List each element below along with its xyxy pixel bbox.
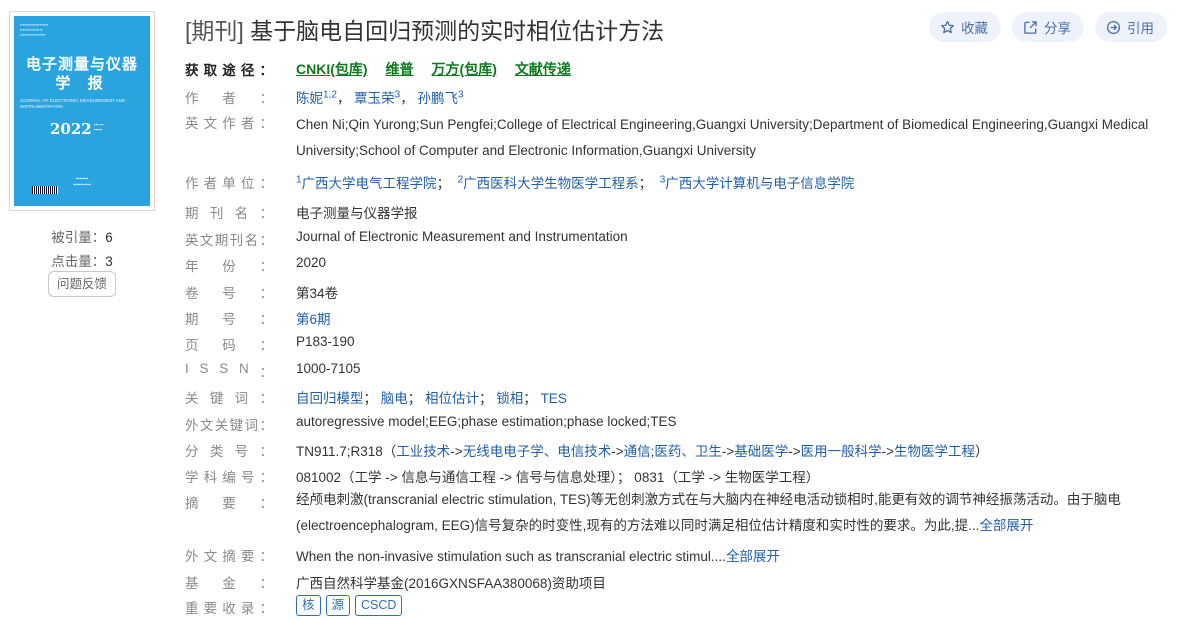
- fund-label: 基金：: [185, 576, 273, 591]
- keywords-label: 关键词：: [185, 391, 273, 406]
- issn-label: I S S N：: [185, 361, 273, 380]
- en-abstract-label: 外文摘要：: [185, 549, 273, 564]
- en-keywords-value: autoregressive model;EEG;phase estimatio…: [296, 414, 677, 429]
- cite-icon: [1106, 20, 1121, 34]
- unit-link[interactable]: 1广西大学电气工程学院: [296, 175, 437, 192]
- index-badge[interactable]: 核: [296, 595, 321, 616]
- pages-value: P183-190: [296, 334, 355, 349]
- unit-link[interactable]: 3广西大学计算机与电子信息学院: [660, 175, 855, 192]
- link-delivery[interactable]: 文献传递: [515, 61, 571, 77]
- pages-label: 页码：: [185, 338, 273, 353]
- author-link[interactable]: 孙鹏飞3: [418, 90, 464, 107]
- class-link[interactable]: 工业技术: [396, 444, 450, 459]
- indexed-value: 核源 CSCD: [296, 595, 407, 616]
- units-value: 1广西大学电气工程学院； 2广西医科大学生物医学工程系； 3广西大学计算机与电子…: [296, 174, 855, 192]
- keyword-link[interactable]: 脑电: [381, 391, 408, 406]
- favorite-label: 收藏: [961, 21, 988, 36]
- fund-value: 广西自然科学基金(2016GXNSFAA380068)资助项目: [296, 576, 606, 591]
- keyword-link[interactable]: 锁相: [496, 391, 523, 406]
- class-link[interactable]: 通信: [624, 444, 651, 459]
- cover-title-2: 学 报: [55, 74, 109, 92]
- volume-label: 卷号：: [185, 286, 273, 301]
- link-wanfang[interactable]: 万方(包库): [432, 61, 497, 77]
- article-title: 基于脑电自回归预测的实时相位估计方法: [250, 18, 665, 44]
- year-label: 年份：: [185, 259, 273, 274]
- link-cnki[interactable]: CNKI(包库): [296, 61, 368, 77]
- en-authors-value: Chen Ni;Qin Yurong;Sun Pengfei;College o…: [296, 117, 1149, 158]
- index-badge[interactable]: 源: [325, 595, 351, 616]
- cover-en-title: JOURNAL OF ELECTRONIC MEASUREMENT AND IN…: [20, 98, 126, 109]
- click-count: 点击量：3: [0, 250, 164, 270]
- en-keywords-label: 外文关键词：: [185, 418, 273, 433]
- authors-value: 陈妮1,2， 覃玉荣3， 孙鹏飞3: [296, 89, 464, 107]
- share-icon: [1024, 20, 1037, 34]
- unit-link[interactable]: 2广西医科大学生物医学工程系: [458, 175, 639, 192]
- abstract-value: 经颅电刺激(transcranial electric stimulation,…: [296, 492, 1121, 533]
- discipline-value: 081002（工学 -> 信息与通信工程 -> 信号与信息处理）； 0831（工…: [296, 470, 820, 485]
- cover-volume: ▪▪▪ ▪▪ ▪▪▪▪▪: [94, 122, 104, 132]
- barcode-icon: [32, 186, 58, 194]
- share-label: 分享: [1044, 21, 1071, 36]
- en-authors-label: 英文作者：: [185, 116, 273, 131]
- cover-image: ▪▪▪▪▪▪▪▪▪▪▪▪▪▪▪▪▪▪▪▪ ▪▪▪▪▪▪▪▪▪▪▪▪▪▪▪▪ ▪▪▪▪…: [14, 16, 150, 206]
- page-title: [期刊] 基于脑电自回归预测的实时相位估计方法: [185, 12, 664, 46]
- class-link[interactable]: 生物医学工程: [894, 444, 975, 459]
- issue-link[interactable]: 第6期: [296, 312, 331, 327]
- en-journal-value: Journal of Electronic Measurement and In…: [296, 229, 628, 244]
- keywords-value: 自回归模型； 脑电； 相位估计； 锁相； TES: [296, 391, 567, 406]
- keyword-link[interactable]: 自回归模型: [296, 391, 364, 406]
- author-link[interactable]: 陈妮1,2: [296, 90, 337, 107]
- year-value: 2020: [296, 255, 327, 270]
- index-badge[interactable]: CSCD: [355, 595, 403, 616]
- author-link[interactable]: 覃玉荣3: [354, 90, 400, 107]
- expand-en-abstract-link[interactable]: 全部展开: [726, 549, 780, 564]
- action-bar: 收藏 分享 引用: [929, 12, 1167, 42]
- cite-button[interactable]: 引用: [1095, 12, 1167, 42]
- article-type-tag: [期刊]: [185, 18, 244, 44]
- class-link[interactable]: 医用一般科学: [801, 444, 882, 459]
- journal-label: 期刊名：: [185, 206, 273, 221]
- cited-count: 被引量：6: [0, 226, 164, 246]
- journal-cover: ▪▪▪▪▪▪▪▪▪▪▪▪▪▪▪▪▪▪▪▪ ▪▪▪▪▪▪▪▪▪▪▪▪▪▪▪▪ ▪▪▪▪…: [9, 11, 155, 211]
- clicks-label: 点击量：: [51, 254, 106, 269]
- issue-label: 期号：: [185, 312, 273, 327]
- abstract-label: 摘要：: [185, 496, 273, 511]
- cover-header-text: ▪▪▪▪▪▪▪▪▪▪▪▪▪▪▪▪▪▪▪▪ ▪▪▪▪▪▪▪▪▪▪▪▪▪▪▪▪ ▪▪▪▪…: [20, 22, 49, 37]
- clicks-value: 3: [105, 254, 113, 269]
- keyword-link[interactable]: 相位估计: [425, 391, 479, 406]
- link-weipu[interactable]: 维普: [386, 61, 414, 77]
- en-abstract-value: When the non-invasive stimulation such a…: [296, 549, 780, 564]
- units-label: 作者单位：: [185, 176, 273, 191]
- share-button[interactable]: 分享: [1012, 12, 1084, 42]
- access-label: 获取途径：: [185, 63, 273, 78]
- cited-value: 6: [105, 230, 113, 245]
- cover-year: 2022: [50, 120, 92, 138]
- cited-label: 被引量：: [51, 230, 106, 245]
- star-icon: [941, 20, 954, 33]
- favorite-button[interactable]: 收藏: [929, 12, 1001, 42]
- authors-label: 作者：: [185, 91, 273, 106]
- cite-label: 引用: [1127, 21, 1154, 36]
- feedback-button[interactable]: 问题反馈: [48, 271, 116, 297]
- indexed-label: 重要收录：: [185, 601, 273, 616]
- access-links: CNKI(包库) 维普 万方(包库) 文献传递: [296, 59, 589, 79]
- issn-value: 1000-7105: [296, 361, 361, 376]
- en-journal-label: 英文期刊名：: [185, 233, 273, 248]
- cover-title: 电子测量与仪器: [25, 55, 138, 73]
- classification-value: TN911.7;R318（工业技术->无线电电子学、电信技术->通信;医药、卫生…: [296, 444, 989, 459]
- classification-label: 分类号：: [185, 444, 273, 459]
- journal-value: 电子测量与仪器学报: [296, 206, 418, 221]
- class-link[interactable]: 无线电电子学、电信技术: [463, 444, 612, 459]
- keyword-link[interactable]: TES: [541, 391, 567, 406]
- discipline-label: 学科编号：: [185, 470, 273, 485]
- class-link[interactable]: 医药、卫生: [654, 444, 722, 459]
- expand-abstract-link[interactable]: 全部展开: [979, 518, 1033, 533]
- volume-value: 第34卷: [296, 286, 339, 301]
- class-link[interactable]: 基础医学: [734, 444, 788, 459]
